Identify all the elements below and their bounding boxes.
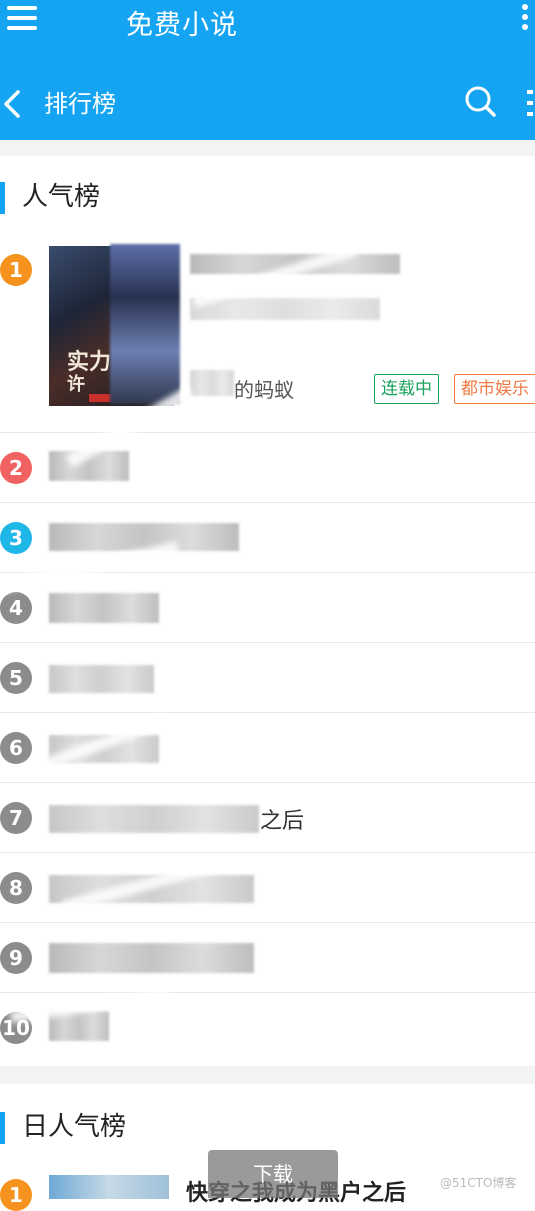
section-title: 人气榜 <box>22 182 101 212</box>
list-item[interactable]: 4 <box>0 572 535 643</box>
page-title: 排行榜 <box>44 90 116 118</box>
search-icon[interactable] <box>463 84 497 118</box>
section-title: 日人气榜 <box>22 1112 127 1142</box>
featured-book-item[interactable]: 1 实力 许 的蚂蚁 连载中 都市娱乐 <box>0 230 535 430</box>
list-item[interactable]: 2 <box>0 432 535 503</box>
rank-badge: 6 <box>0 732 32 764</box>
rank-badge: 5 <box>0 662 32 694</box>
book-title: 之后 <box>260 809 305 834</box>
author-name: 的蚂蚁 <box>234 378 294 402</box>
list-item[interactable]: 5 <box>0 642 535 713</box>
rank-badge: 1 <box>0 254 32 286</box>
section-gap <box>0 1066 535 1084</box>
rank-badge: 8 <box>0 872 32 904</box>
app-bar: 免费小说 排行榜 <box>0 0 535 140</box>
top-toolbar: 免费小说 <box>0 0 535 48</box>
section-gap <box>0 140 535 156</box>
rank-badge: 2 <box>0 452 32 484</box>
page-toolbar: 排行榜 <box>0 60 535 140</box>
book-cover-image[interactable] <box>49 1175 169 1199</box>
list-item[interactable]: 7 之后 <box>0 782 535 853</box>
obscured-region <box>110 244 180 404</box>
obscured-author <box>190 370 234 396</box>
cover-text: 许 <box>67 374 85 395</box>
obscured-intro <box>190 298 380 320</box>
rank-badge: 1 <box>0 1179 32 1211</box>
more-options-icon[interactable] <box>520 4 530 34</box>
obscured-title <box>49 665 154 693</box>
section-accent-bar <box>0 182 5 214</box>
app-title: 免费小说 <box>126 10 238 41</box>
list-view-icon[interactable] <box>521 88 535 118</box>
obscured-title <box>49 805 259 833</box>
rank-badge: 3 <box>0 522 32 554</box>
status-badge: 连载中 <box>374 374 439 404</box>
hamburger-menu-icon[interactable] <box>7 6 37 32</box>
list-item[interactable]: 9 <box>0 922 535 993</box>
rank-badge: 4 <box>0 592 32 624</box>
back-arrow-icon[interactable] <box>0 86 24 122</box>
rank-badge: 7 <box>0 802 32 834</box>
download-button[interactable]: 下载 <box>208 1150 338 1198</box>
watermark-text: @51CTO博客 <box>440 1176 517 1190</box>
obscured-title <box>49 943 254 973</box>
list-item[interactable]: 8 <box>0 852 535 923</box>
section-header-popular: 人气榜 <box>0 164 535 234</box>
section-accent-bar <box>0 1112 5 1144</box>
rank-badge: 9 <box>0 942 32 974</box>
obscured-title <box>49 593 159 623</box>
genre-badge: 都市娱乐 <box>454 374 535 404</box>
obscured-title <box>49 523 239 551</box>
